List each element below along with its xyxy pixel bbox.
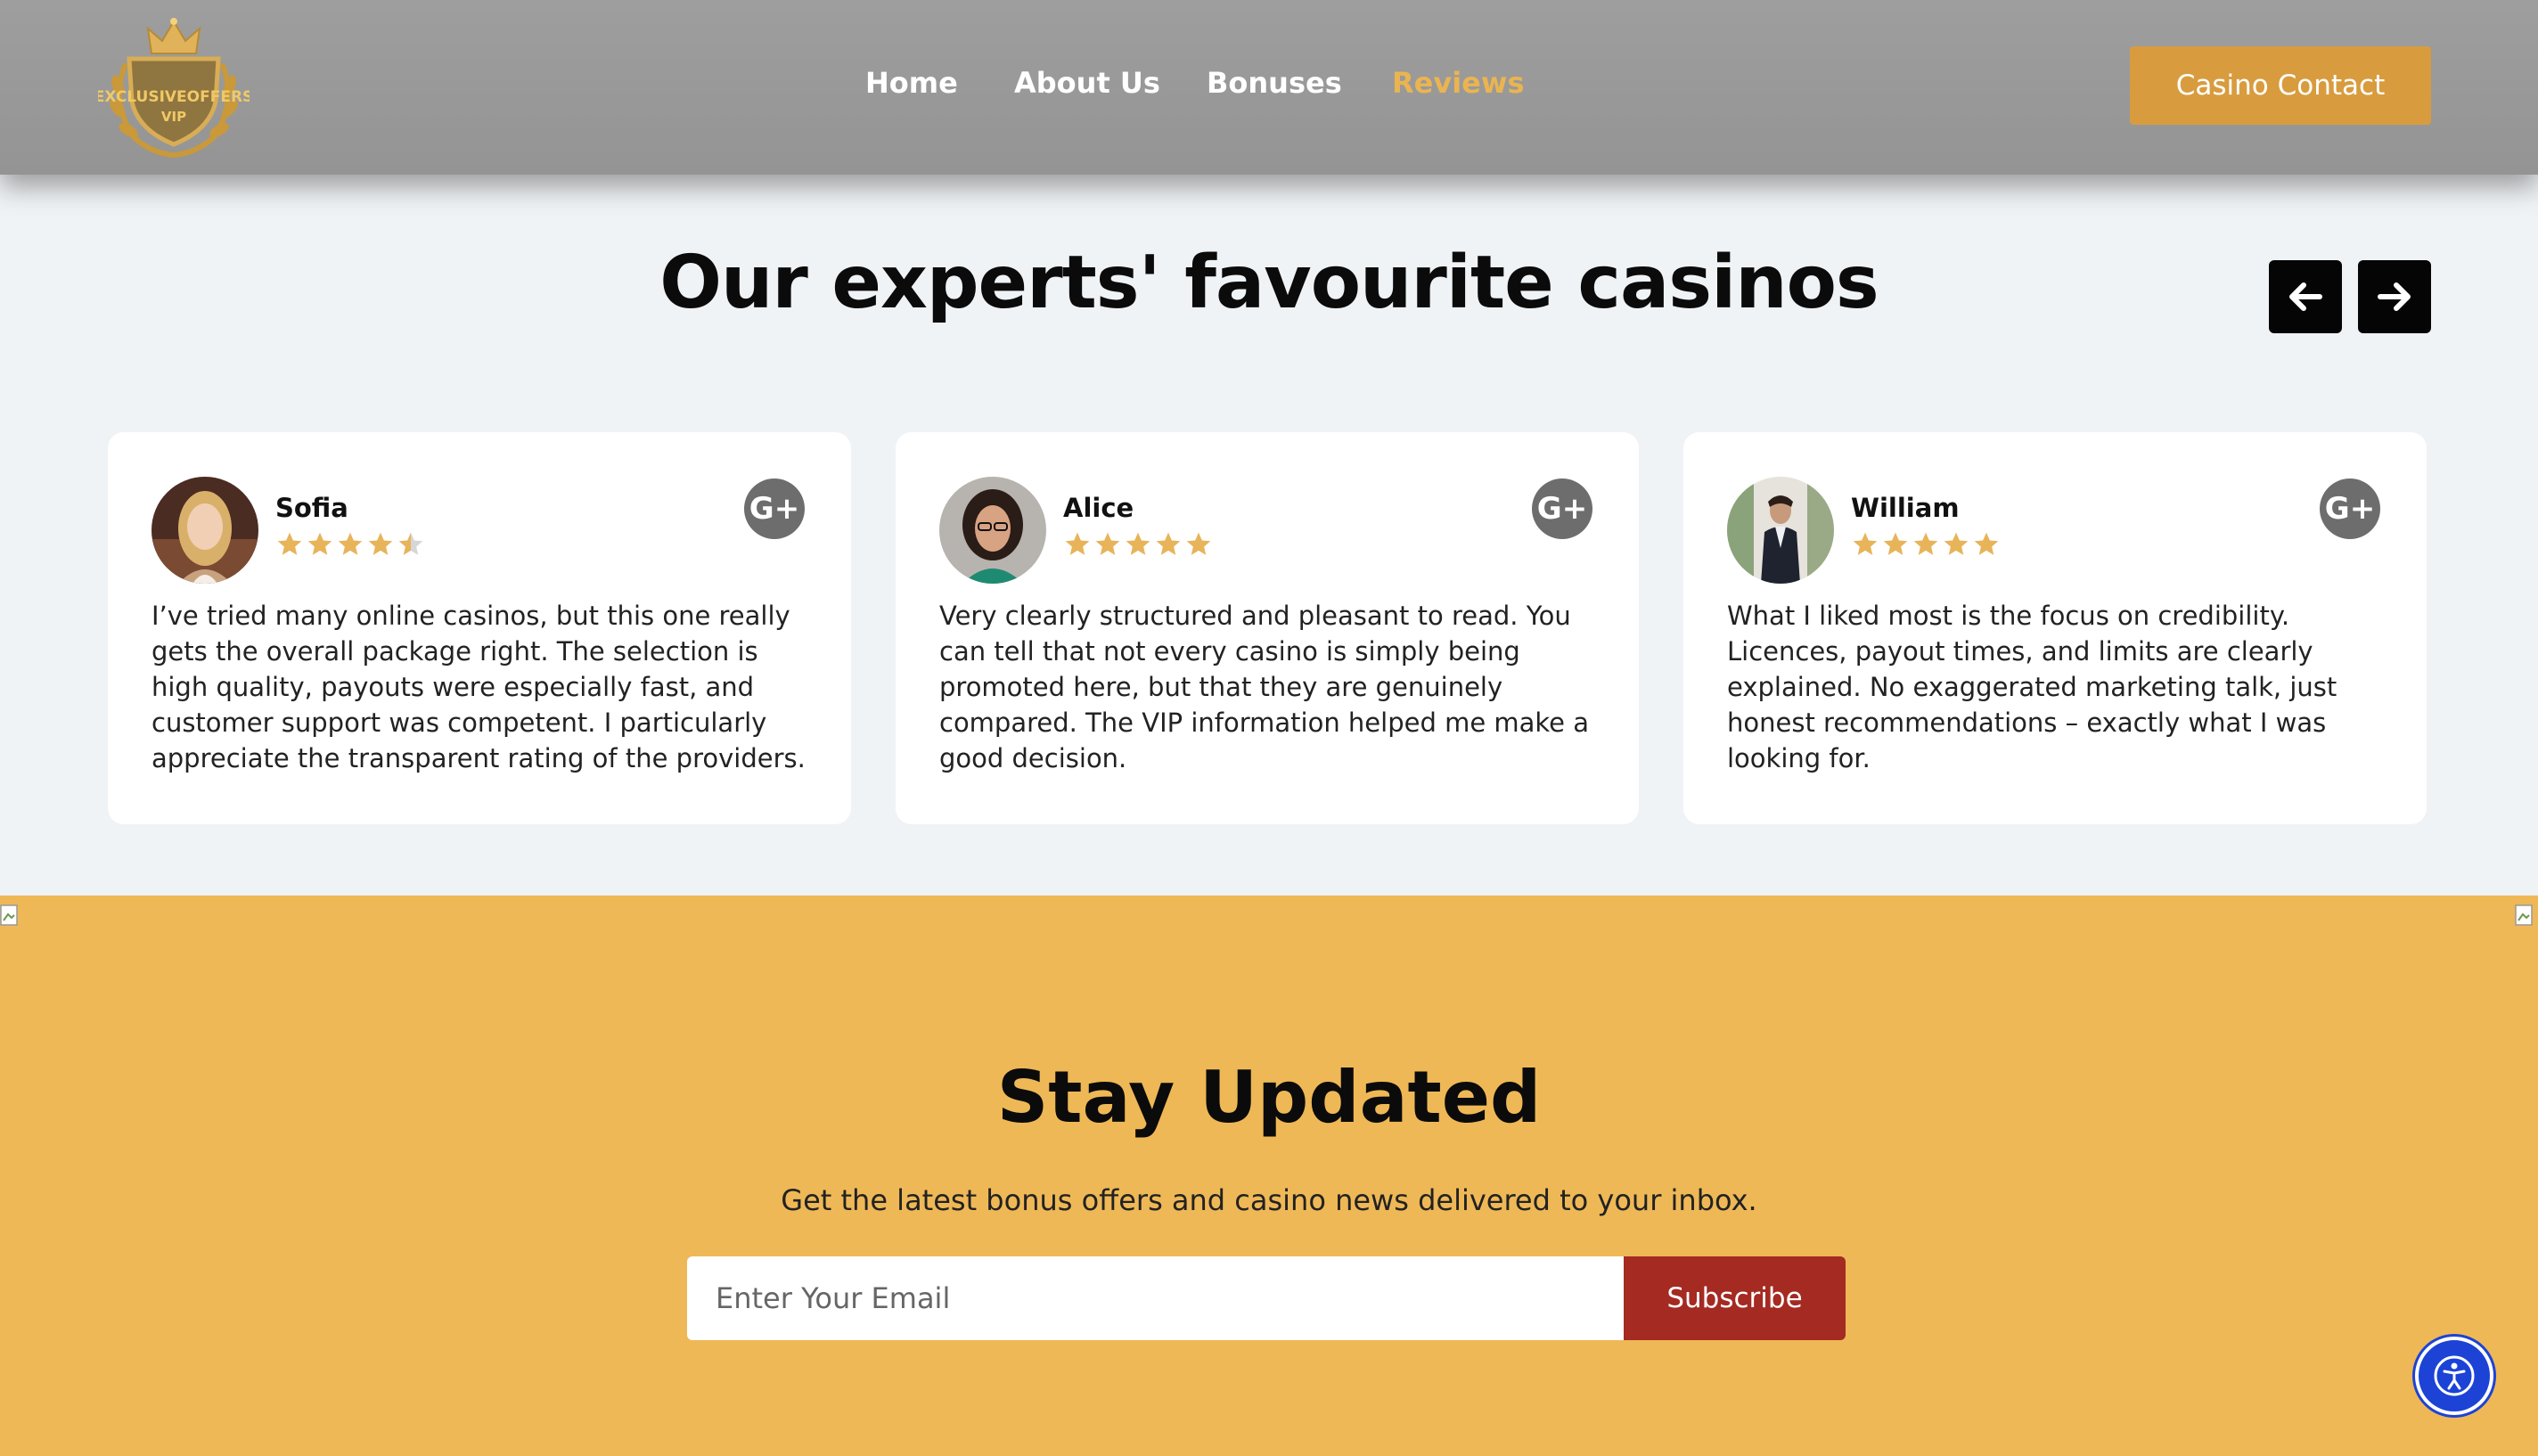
- newsletter-section: [0, 896, 2538, 1456]
- star-icon: [368, 532, 393, 555]
- broken-image-icon: [0, 904, 18, 926]
- nav-home[interactable]: Home: [865, 66, 958, 100]
- avatar: [151, 477, 258, 584]
- star-icon: [1186, 532, 1211, 555]
- star-rating: [275, 530, 425, 562]
- reviewer-photo: [1727, 477, 1834, 584]
- review-text: I’ve tried many online casinos, but this…: [151, 601, 806, 773]
- nav-bonuses[interactable]: Bonuses: [1207, 66, 1342, 100]
- arrow-right-icon: [2378, 282, 2411, 311]
- google-plus-icon[interactable]: G+: [1532, 479, 1592, 539]
- newsletter-title: Stay Updated: [996, 1056, 1542, 1139]
- nav-about-us[interactable]: About Us: [1014, 66, 1160, 100]
- star-icon: [1095, 532, 1120, 555]
- star-icon: [1126, 532, 1150, 555]
- star-icon: [1913, 532, 1938, 555]
- review-card: William G+ What I liked most is the focu…: [1683, 432, 2427, 824]
- next-slide-button[interactable]: [2358, 260, 2431, 333]
- star-icon: [1883, 532, 1908, 555]
- reviewer-name: Sofia: [275, 493, 348, 523]
- subscribe-button[interactable]: Subscribe: [1624, 1256, 1846, 1340]
- arrow-left-icon: [2289, 282, 2322, 311]
- accessibility-icon: [2434, 1355, 2475, 1396]
- half-star-icon: [398, 532, 423, 555]
- google-plus-icon[interactable]: G+: [2320, 479, 2380, 539]
- casino-contact-button[interactable]: Casino Contact: [2130, 46, 2431, 125]
- nav-reviews[interactable]: Reviews: [1392, 66, 1524, 100]
- star-icon: [1853, 532, 1878, 555]
- reviewer-photo: [939, 477, 1046, 584]
- star-icon: [338, 532, 363, 555]
- reviews-section-title: Our experts' favourite casinos: [659, 241, 1879, 325]
- star-icon: [1974, 532, 1999, 555]
- review-card: Sofia G+ I’ve tried many online casinos,…: [108, 432, 851, 824]
- reviewer-photo: [151, 477, 258, 584]
- review-text: Very clearly structured and pleasant to …: [939, 601, 1590, 773]
- star-icon: [1944, 532, 1969, 555]
- email-input[interactable]: [687, 1256, 1624, 1340]
- review-card: Alice G+ Very clearly structured and ple…: [896, 432, 1639, 824]
- site-header: EXCLUSIVEOFFERS VIP Home About Us Bonuse…: [0, 0, 2538, 175]
- newsletter-subtitle: Get the latest bonus offers and casino n…: [781, 1183, 1757, 1217]
- avatar: [939, 477, 1046, 584]
- google-plus-icon[interactable]: G+: [744, 479, 805, 539]
- avatar: [1727, 477, 1834, 584]
- star-icon: [1156, 532, 1181, 555]
- star-rating: [1851, 530, 2001, 562]
- star-icon: [1065, 532, 1090, 555]
- star-icon: [277, 532, 302, 555]
- reviewer-name: Alice: [1063, 493, 1134, 523]
- broken-image-icon: [2515, 904, 2533, 926]
- star-icon: [307, 532, 332, 555]
- review-text: What I liked most is the focus on credib…: [1727, 601, 2337, 773]
- reviewer-name: William: [1851, 493, 1960, 523]
- accessibility-button[interactable]: [2415, 1337, 2493, 1415]
- prev-slide-button[interactable]: [2269, 260, 2342, 333]
- star-rating: [1063, 530, 1213, 562]
